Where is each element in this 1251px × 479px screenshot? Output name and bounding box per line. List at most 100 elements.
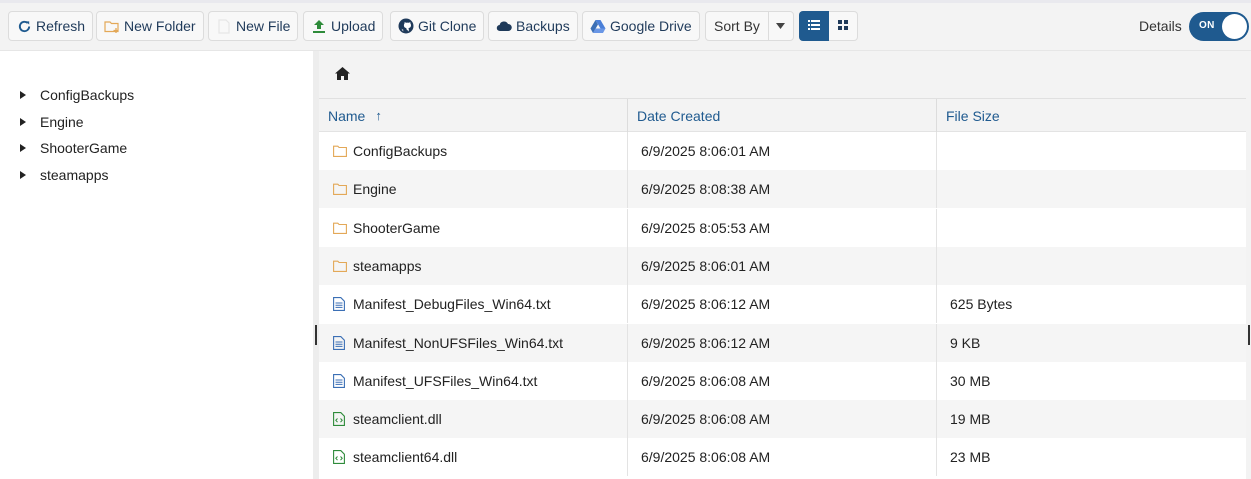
new-file-icon — [216, 18, 232, 34]
code-file-icon — [333, 412, 347, 426]
table-row[interactable]: ShooterGame 6/9/2025 8:05:53 AM — [319, 209, 1246, 247]
grid-view-button[interactable] — [829, 11, 858, 41]
sort-by-label: Sort By — [706, 12, 769, 40]
details-toggle-state: ON — [1199, 20, 1215, 31]
caret-right-icon[interactable] — [20, 171, 26, 179]
caret-right-icon[interactable] — [20, 118, 26, 126]
google-drive-button[interactable]: Google Drive — [582, 11, 700, 41]
name-cell[interactable]: ConfigBackups — [319, 132, 628, 170]
tree-item-configbackups[interactable]: ConfigBackups — [20, 85, 134, 105]
file-grid: Name ↑ Date Created File Size ConfigBack… — [319, 98, 1246, 479]
date-cell: 6/9/2025 8:05:53 AM — [628, 209, 937, 247]
right-scroll-edge[interactable] — [1246, 51, 1251, 479]
refresh-button[interactable]: Refresh — [8, 11, 94, 41]
details-label: Details — [1139, 18, 1182, 34]
upload-label: Upload — [331, 18, 376, 34]
column-header-date-label: Date Created — [637, 107, 721, 124]
file-name: steamapps — [353, 258, 422, 274]
size-cell — [937, 247, 1246, 285]
table-row[interactable]: Manifest_UFSFiles_Win64.txt 6/9/2025 8:06… — [319, 362, 1246, 400]
toggle-knob — [1222, 14, 1247, 39]
size-cell: 9 KB — [950, 335, 981, 351]
google-drive-icon — [590, 18, 606, 34]
new-folder-label: New Folder — [124, 18, 196, 34]
file-name: Manifest_UFSFiles_Win64.txt — [353, 373, 538, 389]
file-name: ShooterGame — [353, 220, 441, 236]
size-cell: 19 MB — [950, 411, 991, 427]
date-cell: 6/9/2025 8:06:08 AM — [628, 438, 937, 476]
splitter-grip[interactable] — [315, 325, 317, 345]
name-cell[interactable]: Manifest_DebugFiles_Win64.txt — [319, 285, 628, 323]
date-cell: 6/9/2025 8:06:01 AM — [628, 247, 937, 285]
column-header-name-label: Name — [328, 107, 366, 124]
grid-header: Name ↑ Date Created File Size — [319, 99, 1246, 132]
size-cell — [937, 209, 1246, 247]
table-row[interactable]: Manifest_NonUFSFiles_Win64.txt 6/9/2025 8… — [319, 324, 1246, 362]
table-row[interactable]: ConfigBackups 6/9/2025 8:06:01 AM — [319, 132, 1246, 170]
size-cell: 30 MB — [950, 373, 991, 389]
folder-icon — [333, 259, 347, 273]
cloud-icon — [496, 18, 512, 34]
sort-by-dropdown[interactable]: Sort By — [705, 11, 794, 41]
upload-icon — [311, 18, 327, 34]
date-cell: 6/9/2025 8:06:08 AM — [628, 362, 937, 400]
date-cell: 6/9/2025 8:06:08 AM — [628, 400, 937, 438]
backups-button[interactable]: Backups — [488, 11, 578, 41]
toolbar: Refresh New Folder New File Upload Git C… — [0, 0, 1251, 51]
table-row[interactable]: Manifest_DebugFiles_Win64.txt 6/9/2025 8:… — [319, 285, 1246, 323]
tree-item-engine[interactable]: Engine — [20, 112, 84, 132]
folder-icon — [333, 182, 347, 196]
google-drive-label: Google Drive — [610, 18, 692, 34]
folder-icon — [333, 221, 347, 235]
caret-right-icon[interactable] — [20, 144, 26, 152]
file-name: Manifest_DebugFiles_Win64.txt — [353, 296, 551, 312]
name-cell[interactable]: steamapps — [319, 247, 628, 285]
table-row[interactable]: Engine 6/9/2025 8:08:38 AM — [319, 170, 1246, 208]
git-clone-button[interactable]: Git Clone — [390, 11, 485, 41]
table-row[interactable]: steamclient64.dll 6/9/2025 8:06:08 AM 23 M… — [319, 438, 1246, 476]
size-cell — [937, 170, 1246, 208]
text-file-icon — [333, 297, 347, 311]
tree-item-label: ConfigBackups — [40, 87, 135, 103]
name-cell[interactable]: Engine — [319, 170, 628, 208]
column-header-size-label: File Size — [946, 107, 1000, 124]
list-view-button[interactable] — [799, 11, 829, 41]
details-toggle[interactable]: ON — [1189, 12, 1249, 41]
file-name: ConfigBackups — [353, 143, 448, 159]
folder-tree: ConfigBackups Engine ShooterGame steamap… — [0, 51, 313, 479]
refresh-icon — [16, 18, 32, 34]
table-row[interactable]: steamclient.dll 6/9/2025 8:06:08 AM 19 MB — [319, 400, 1246, 438]
text-file-icon — [333, 374, 347, 388]
file-name: Manifest_NonUFSFiles_Win64.txt — [353, 335, 564, 351]
table-row[interactable]: steamapps 6/9/2025 8:06:01 AM — [319, 247, 1246, 285]
tree-item-label: ShooterGame — [40, 140, 128, 156]
refresh-label: Refresh — [36, 18, 86, 34]
list-view-icon — [808, 18, 820, 34]
column-header-date[interactable]: Date Created — [628, 99, 937, 132]
new-folder-button[interactable]: New Folder — [96, 11, 204, 41]
home-icon[interactable] — [335, 67, 350, 83]
top-border — [0, 0, 1251, 3]
tree-item-shootergame[interactable]: ShooterGame — [20, 138, 127, 158]
tree-item-steamapps[interactable]: steamapps — [20, 165, 108, 185]
upload-button[interactable]: Upload — [303, 11, 384, 41]
name-cell[interactable]: Manifest_UFSFiles_Win64.txt — [319, 362, 628, 400]
name-cell[interactable]: steamclient.dll — [319, 400, 628, 438]
name-cell[interactable]: Manifest_NonUFSFiles_Win64.txt — [319, 324, 628, 362]
new-file-button[interactable]: New File — [208, 11, 299, 41]
code-file-icon — [333, 450, 347, 464]
column-header-name[interactable]: Name ↑ — [319, 99, 628, 132]
name-cell[interactable]: steamclient64.dll — [319, 438, 628, 476]
date-cell: 6/9/2025 8:08:38 AM — [628, 170, 937, 208]
date-cell: 6/9/2025 8:06:01 AM — [628, 132, 937, 170]
git-clone-label: Git Clone — [418, 18, 477, 34]
grid-view-icon — [837, 18, 849, 34]
file-name: steamclient64.dll — [353, 449, 458, 465]
backups-label: Backups — [516, 18, 570, 34]
caret-right-icon[interactable] — [20, 91, 26, 99]
right-edge-grip[interactable] — [1248, 325, 1250, 345]
name-cell[interactable]: ShooterGame — [319, 209, 628, 247]
column-header-size[interactable]: File Size — [937, 99, 1246, 132]
caret-down-icon[interactable] — [769, 12, 793, 40]
new-file-label: New File — [236, 18, 291, 34]
